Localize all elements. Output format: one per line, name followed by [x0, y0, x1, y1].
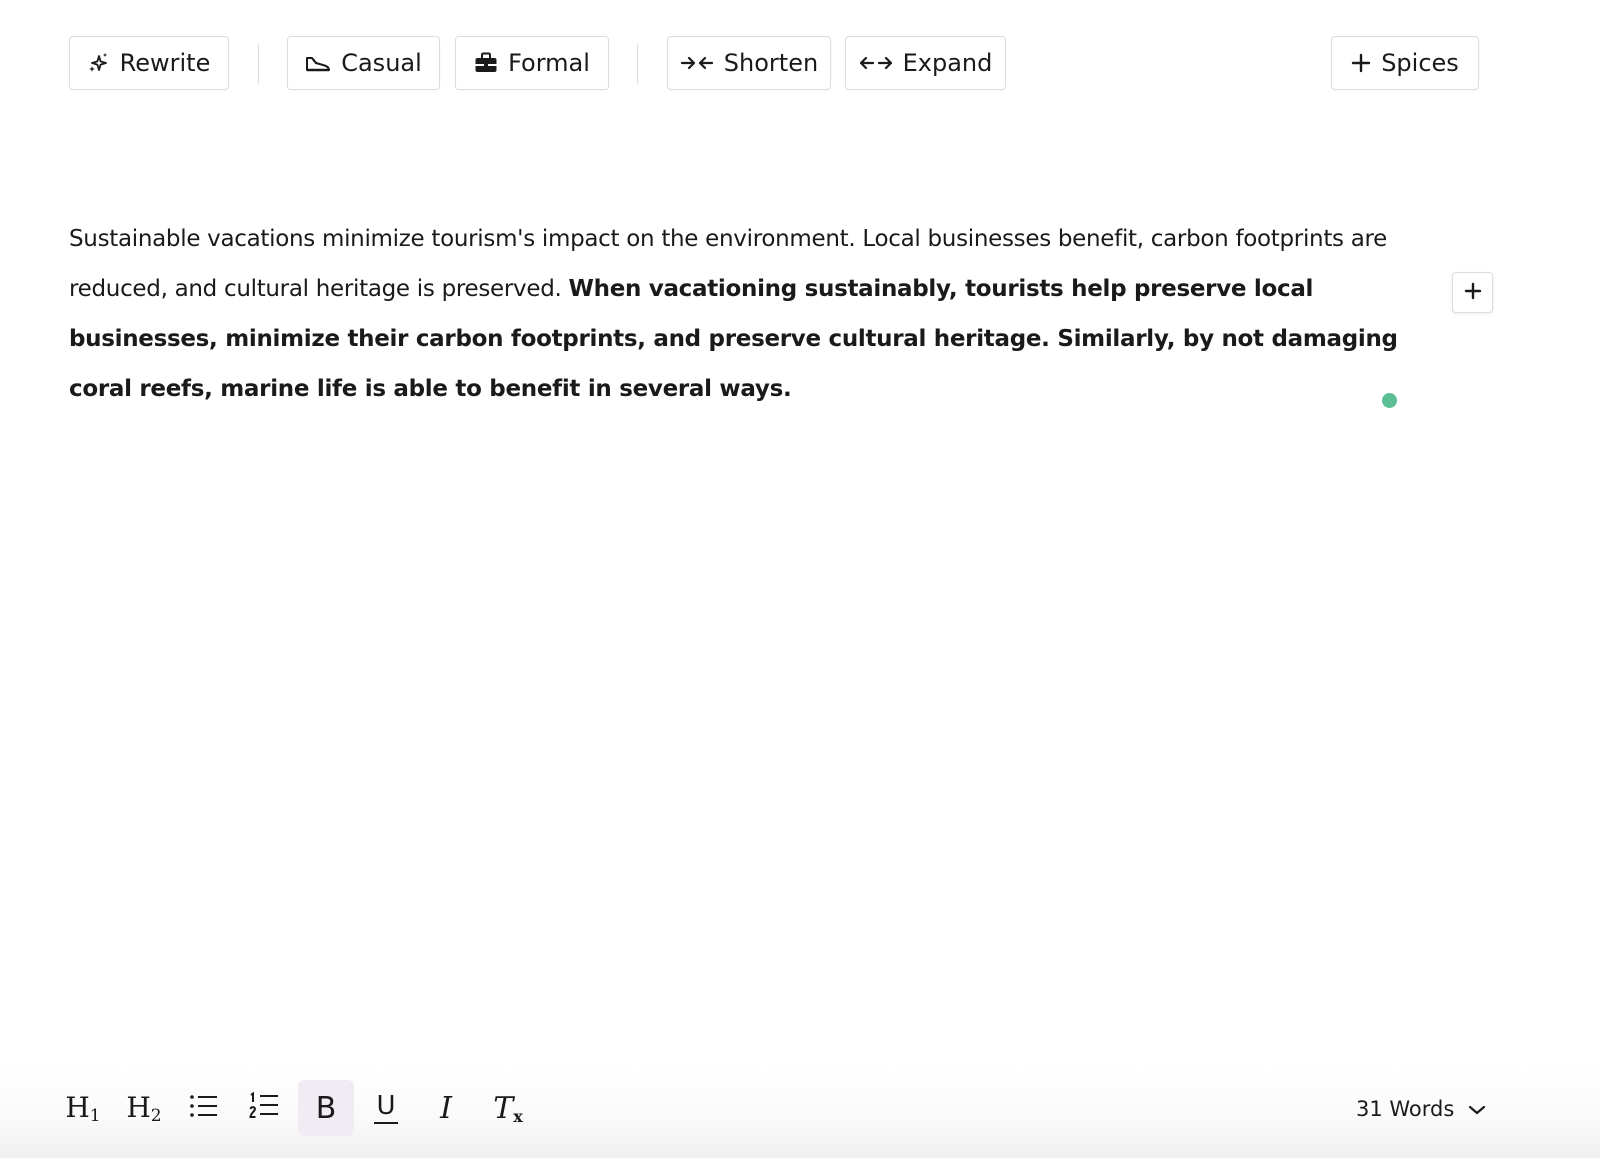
heading-2-label: H	[126, 1090, 151, 1124]
casual-button[interactable]: Casual	[287, 36, 440, 90]
status-indicator	[1382, 393, 1397, 408]
chevron-down-icon	[1468, 1097, 1486, 1121]
italic-label: I	[440, 1090, 452, 1126]
rewrite-toolbar: Rewrite Casual Formal Shorten Expand Spi…	[69, 36, 1479, 92]
numbered-list-icon	[249, 1091, 279, 1124]
underline-label: U	[376, 1090, 396, 1121]
heading-1-sub: 1	[89, 1105, 101, 1126]
word-count-label: 31 Words	[1356, 1097, 1455, 1121]
underline-bar	[374, 1121, 398, 1124]
expand-label: Expand	[902, 49, 993, 77]
expand-button[interactable]: Expand	[845, 36, 1006, 90]
sparkle-icon	[88, 52, 110, 74]
briefcase-icon	[474, 52, 498, 74]
heading-1-button[interactable]: H1	[55, 1080, 111, 1136]
bullet-list-button[interactable]	[176, 1080, 232, 1136]
underline-button[interactable]: U	[358, 1080, 414, 1136]
shorten-label: Shorten	[723, 49, 819, 77]
arrows-outward-icon	[859, 53, 893, 73]
bold-button[interactable]: B	[298, 1080, 354, 1136]
bold-label: B	[315, 1090, 337, 1126]
word-count-toggle[interactable]: 31 Words	[1356, 1092, 1486, 1126]
numbered-list-button[interactable]	[236, 1080, 292, 1136]
heading-2-sub: 2	[150, 1105, 162, 1126]
arrows-inward-icon	[680, 53, 714, 73]
spices-label: Spices	[1381, 49, 1459, 77]
sneaker-icon	[305, 52, 331, 74]
shorten-button[interactable]: Shorten	[667, 36, 831, 90]
casual-label: Casual	[341, 49, 422, 77]
spices-button[interactable]: Spices	[1331, 36, 1479, 90]
toolbar-divider	[637, 44, 638, 84]
bullet-list-icon	[189, 1093, 219, 1123]
formal-button[interactable]: Formal	[455, 36, 609, 90]
add-block-button[interactable]	[1452, 272, 1493, 313]
clear-formatting-sub: x	[513, 1106, 523, 1126]
editor-page: Rewrite Casual Formal Shorten Expand Spi…	[0, 0, 1600, 1158]
clear-formatting-button[interactable]: Tx	[480, 1080, 536, 1136]
plus-icon	[1464, 282, 1482, 304]
italic-button[interactable]: I	[418, 1080, 474, 1136]
format-bar: H1 H2 B U I Tx 31 Words	[0, 1066, 1600, 1158]
toolbar-divider	[258, 44, 259, 84]
rewrite-button[interactable]: Rewrite	[69, 36, 229, 90]
plus-icon	[1351, 53, 1371, 73]
heading-1-label: H	[65, 1090, 90, 1124]
heading-2-button[interactable]: H2	[116, 1080, 172, 1136]
editor-content[interactable]: Sustainable vacations minimize tourism's…	[69, 214, 1409, 414]
clear-formatting-label: T	[493, 1090, 514, 1126]
formal-label: Formal	[508, 49, 590, 77]
rewrite-label: Rewrite	[119, 49, 211, 77]
